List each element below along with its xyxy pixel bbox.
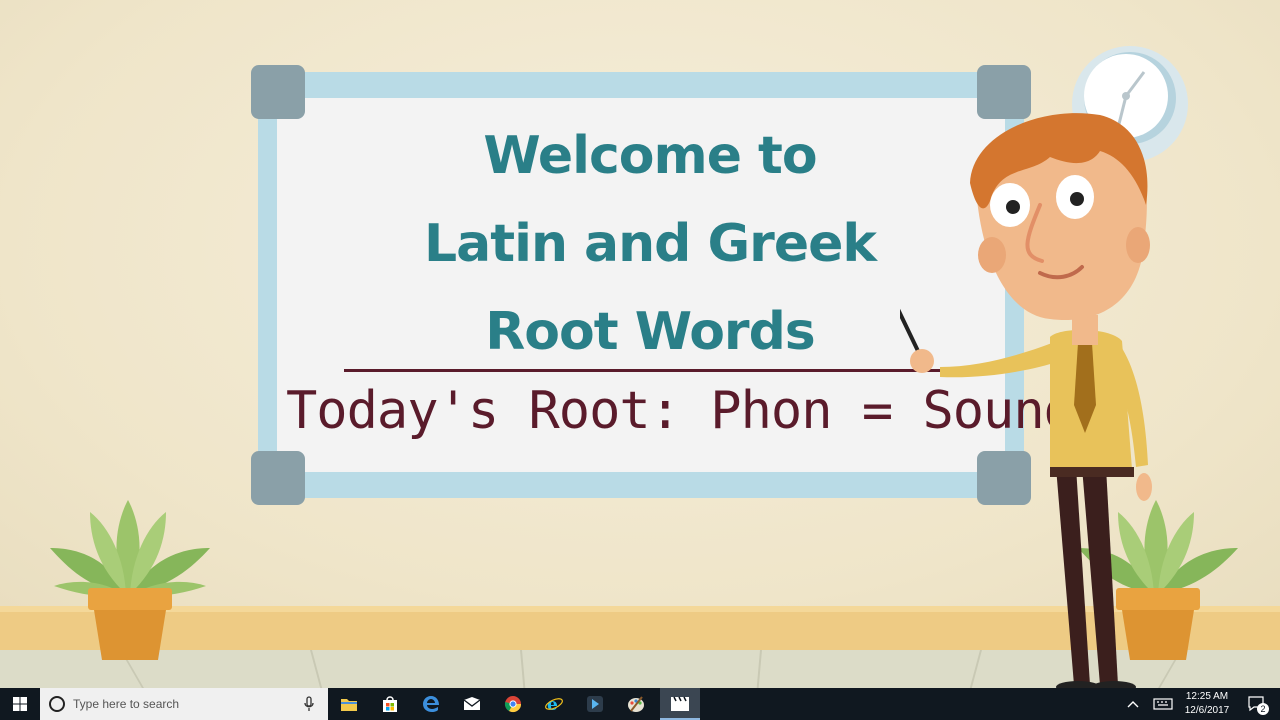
edge-icon[interactable] bbox=[412, 688, 450, 720]
board-underline bbox=[344, 369, 956, 372]
file-explorer-icon[interactable] bbox=[330, 688, 368, 720]
mail-icon[interactable] bbox=[453, 688, 491, 720]
search-placeholder: Type here to search bbox=[73, 697, 180, 711]
taskbar-clock[interactable]: 12:25 AM 12/6/2017 bbox=[1176, 690, 1238, 718]
clock-date: 12/6/2017 bbox=[1184, 705, 1230, 716]
notification-count-badge: 2 bbox=[1257, 703, 1269, 715]
chevron-up-icon bbox=[1127, 701, 1139, 708]
media-app-icon[interactable] bbox=[576, 688, 614, 720]
microphone-icon[interactable] bbox=[303, 696, 315, 712]
board-title-line-3: Root Words bbox=[485, 302, 816, 362]
video-editor-icon[interactable] bbox=[660, 688, 700, 720]
clock-time: 12:25 AM bbox=[1185, 691, 1229, 702]
show-hidden-icons-button[interactable] bbox=[1122, 688, 1144, 720]
store-icon[interactable] bbox=[371, 688, 409, 720]
board-corner bbox=[251, 451, 305, 505]
taskbar: Type here to search e 12:25 AM 12/6/2017… bbox=[0, 688, 1280, 720]
board-title: Welcome to Latin and Greek Root Words bbox=[300, 112, 1000, 376]
action-center-button[interactable]: 2 bbox=[1242, 688, 1272, 720]
start-button[interactable] bbox=[0, 688, 40, 720]
board-title-line-2: Latin and Greek bbox=[424, 214, 877, 274]
teacher-character bbox=[900, 113, 1152, 688]
chrome-icon[interactable] bbox=[494, 688, 532, 720]
touch-keyboard-button[interactable] bbox=[1148, 688, 1178, 720]
video-scene: Welcome to Latin and Greek Root Words To… bbox=[0, 0, 1280, 688]
windows-logo-icon bbox=[13, 697, 27, 711]
search-box[interactable]: Type here to search bbox=[40, 688, 328, 720]
svg-text:e: e bbox=[547, 695, 558, 713]
internet-explorer-icon[interactable]: e bbox=[535, 688, 573, 720]
potted-plant-left bbox=[50, 500, 210, 660]
cortana-icon bbox=[49, 696, 65, 712]
paint-icon[interactable] bbox=[617, 688, 655, 720]
board-title-line-1: Welcome to bbox=[483, 126, 817, 186]
board-corner bbox=[251, 65, 305, 119]
keyboard-icon bbox=[1153, 698, 1173, 710]
